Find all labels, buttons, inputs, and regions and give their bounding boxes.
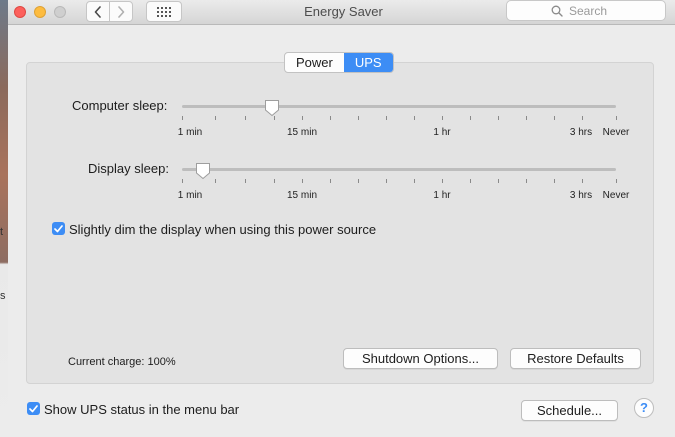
checkmark-icon	[54, 224, 63, 232]
slider-tick-mark	[182, 116, 183, 120]
restore-defaults-button[interactable]: Restore Defaults	[510, 348, 641, 369]
slider-tick-mark	[554, 116, 555, 120]
computer-sleep-tick-label: 3 hrs	[569, 127, 593, 138]
slider-tick-mark	[442, 179, 443, 183]
display-sleep-label: Display sleep:	[88, 161, 169, 176]
desktop-glyph: t	[0, 226, 4, 238]
slider-tick-mark	[470, 179, 471, 183]
tab-power[interactable]: Power	[285, 53, 344, 72]
desktop-background: t s	[0, 0, 8, 437]
slider-tick-mark	[498, 179, 499, 183]
shutdown-options-button[interactable]: Shutdown Options...	[343, 348, 498, 369]
help-button[interactable]: ?	[634, 398, 654, 418]
slider-tick-mark	[330, 179, 331, 183]
search-icon	[551, 5, 563, 17]
display-sleep-slider[interactable]	[182, 168, 616, 171]
display-sleep-tick-label: Never	[602, 190, 630, 201]
dim-display-checkbox[interactable]	[52, 222, 65, 235]
slider-tick-mark	[302, 179, 303, 183]
show-ups-status-checkbox[interactable]	[27, 402, 40, 415]
slider-tick-mark	[245, 116, 246, 120]
slider-tick-mark	[386, 179, 387, 183]
help-icon: ?	[640, 400, 648, 415]
slider-tick-mark	[358, 179, 359, 183]
search-input[interactable]	[567, 2, 621, 19]
slider-tick-mark	[616, 179, 617, 183]
slider-tick-mark	[386, 116, 387, 120]
slider-tick-mark	[498, 116, 499, 120]
slider-tick-mark	[358, 116, 359, 120]
slider-tick-mark	[470, 116, 471, 120]
slider-tick-mark	[302, 116, 303, 120]
schedule-button[interactable]: Schedule...	[521, 400, 618, 421]
search-field[interactable]	[506, 0, 666, 21]
computer-sleep-tick-label: 1 min	[177, 127, 203, 138]
slider-tick-mark	[526, 116, 527, 120]
display-sleep-tick-label: 1 hr	[433, 190, 451, 201]
slider-tick-mark	[215, 116, 216, 120]
slider-tick-mark	[616, 116, 617, 120]
checkmark-icon	[29, 404, 38, 412]
energy-saver-window: Energy Saver Power UPS Computer sleep: 1…	[8, 0, 675, 437]
slider-tick-mark	[274, 179, 275, 183]
slider-tick-mark	[526, 179, 527, 183]
slider-tick-mark	[215, 179, 216, 183]
slider-tick-mark	[245, 179, 246, 183]
computer-sleep-tick-label: Never	[602, 127, 630, 138]
tab-ups[interactable]: UPS	[343, 53, 393, 72]
current-charge-text: Current charge: 100%	[68, 356, 176, 368]
computer-sleep-slider[interactable]	[182, 105, 616, 108]
display-sleep-slider-knob[interactable]	[195, 162, 211, 180]
slider-tick-mark	[582, 116, 583, 120]
slider-tick-mark	[554, 179, 555, 183]
computer-sleep-slider-knob[interactable]	[264, 99, 280, 117]
slider-tick-mark	[582, 179, 583, 183]
show-ups-status-label[interactable]: Show UPS status in the menu bar	[44, 402, 239, 417]
slider-tick-mark	[414, 179, 415, 183]
slider-tick-mark	[182, 179, 183, 183]
desktop-glyph: s	[0, 290, 6, 302]
title-bar: Energy Saver	[8, 0, 675, 25]
computer-sleep-label: Computer sleep:	[72, 98, 168, 113]
slider-tick-mark	[330, 116, 331, 120]
display-sleep-tick-label: 3 hrs	[569, 190, 593, 201]
computer-sleep-tick-label: 15 min	[286, 127, 318, 138]
display-sleep-tick-label: 1 min	[177, 190, 203, 201]
dim-display-label[interactable]: Slightly dim the display when using this…	[69, 222, 376, 237]
slider-tick-mark	[414, 116, 415, 120]
display-sleep-tick-label: 15 min	[286, 190, 318, 201]
slider-tick-mark	[442, 116, 443, 120]
computer-sleep-tick-label: 1 hr	[433, 127, 451, 138]
power-source-tabs: Power UPS	[284, 52, 394, 73]
